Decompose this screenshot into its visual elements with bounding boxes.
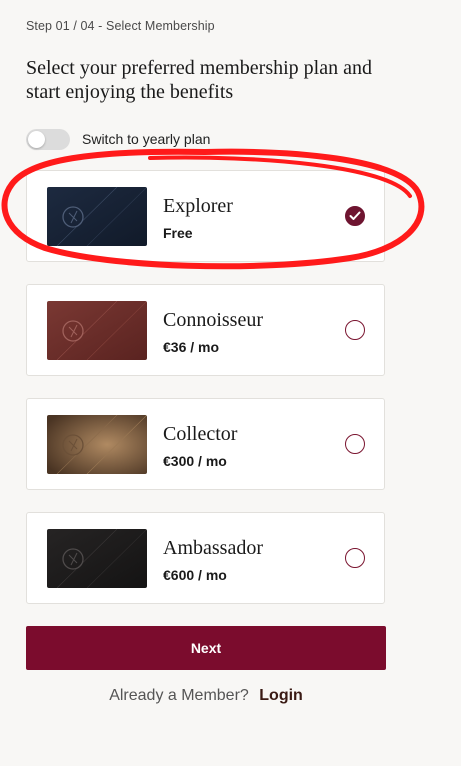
page-title: Select your preferred membership plan an… [26, 57, 372, 103]
membership-card-image [47, 187, 147, 246]
plan-card-ambassador[interactable]: Ambassador €600 / mo [26, 512, 385, 604]
yearly-toggle-label: Switch to yearly plan [82, 131, 211, 147]
plan-radio[interactable] [345, 548, 365, 568]
plan-card-connoisseur[interactable]: Connoisseur €36 / mo [26, 284, 385, 376]
plan-card-explorer[interactable]: Explorer Free [26, 170, 385, 262]
plan-radio[interactable] [345, 320, 365, 340]
membership-card-image [47, 529, 147, 588]
member-prompt: Already a Member? [109, 687, 249, 704]
toggle-knob [28, 130, 45, 148]
plan-price: €600 / mo [163, 567, 227, 583]
plan-price: Free [163, 225, 193, 241]
yearly-toggle-row[interactable]: Switch to yearly plan [26, 128, 210, 150]
plan-radio-selected[interactable] [345, 206, 365, 226]
plan-name: Connoisseur [163, 309, 263, 331]
step-indicator: Step 01 / 04 - Select Membership [26, 19, 215, 33]
checkmark-icon [349, 211, 361, 220]
plan-price: €36 / mo [163, 339, 220, 355]
plan-name: Explorer [163, 195, 233, 217]
plan-name: Collector [163, 423, 238, 445]
member-login-row: Already a Member? Login [0, 687, 412, 705]
plan-radio[interactable] [345, 434, 365, 454]
membership-card-image [47, 301, 147, 360]
plan-card-collector[interactable]: Collector €300 / mo [26, 398, 385, 490]
plan-price: €300 / mo [163, 453, 227, 469]
membership-card-image [47, 415, 147, 474]
plan-name: Ambassador [163, 537, 263, 559]
yearly-plan-toggle[interactable] [26, 128, 70, 150]
login-link[interactable]: Login [259, 687, 303, 704]
next-button[interactable]: Next [26, 626, 386, 670]
